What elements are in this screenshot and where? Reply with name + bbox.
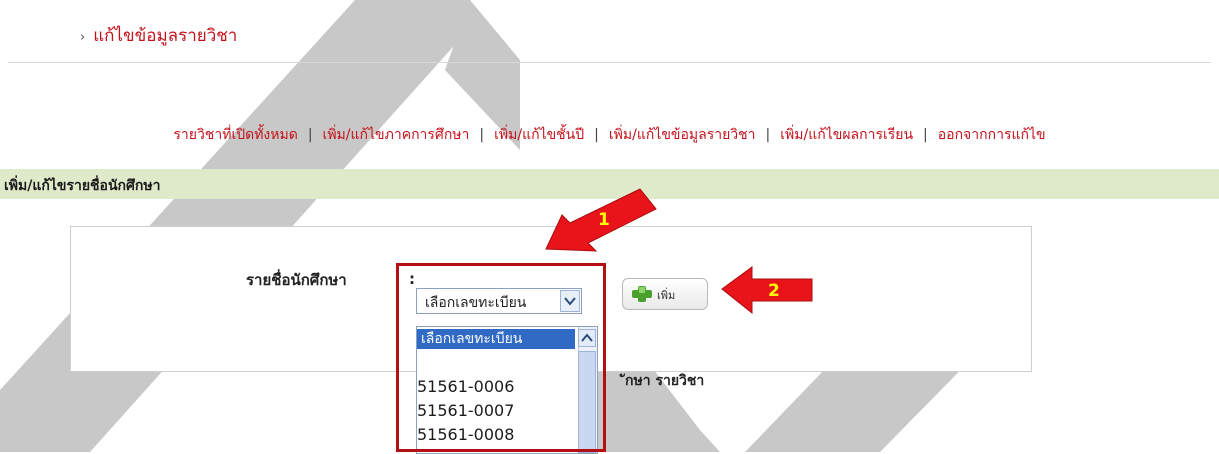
nav-separator: | xyxy=(479,127,485,143)
header-bullet-icon: › xyxy=(80,30,86,45)
nav-link-results[interactable]: เพิ่ม/แก้ไขผลการเรียน xyxy=(780,127,913,143)
nav-link-all-courses[interactable]: รายวิชาที่เปิดทั้งหมด xyxy=(173,127,297,143)
nav-link-semester[interactable]: เพิ่ม/แก้ไขภาคการศึกษา xyxy=(323,127,470,143)
nav-link-course-info[interactable]: เพิ่ม/แก้ไขข้อมูลรายวิชา xyxy=(609,127,756,143)
nav-link-exit[interactable]: ออกจากการแก้ไข xyxy=(938,127,1046,143)
add-button[interactable]: เพิ่ม xyxy=(622,278,708,310)
nav-separator: | xyxy=(307,127,313,143)
arrow-1-number: 1 xyxy=(598,210,610,230)
highlight-box xyxy=(396,263,606,452)
nav-link-year[interactable]: เพิ่ม/แก้ไขชั้นปี xyxy=(494,127,584,143)
plus-icon xyxy=(632,286,652,302)
nav-menu: รายวิชาที่เปิดทั้งหมด | เพิ่ม/แก้ไขภาคการศ… xyxy=(0,124,1219,146)
page-header: › แก้ไขข้อมูลรายวิชา xyxy=(80,22,237,49)
page-title: แก้ไขข้อมูลรายวิชา xyxy=(93,26,238,46)
add-button-label: เพิ่ม xyxy=(657,289,676,302)
nav-separator: | xyxy=(765,127,771,143)
nav-separator: | xyxy=(594,127,599,143)
section-title: เพิ่ม/แก้ไขรายชื่อนักศึกษา xyxy=(4,178,161,194)
panel-subtext: ักษา รายวิชา xyxy=(625,373,705,389)
arrow-2-number: 2 xyxy=(768,281,780,301)
nav-separator: | xyxy=(923,127,928,143)
student-list-label: รายชื่อนักศึกษา xyxy=(246,271,347,289)
divider xyxy=(8,62,1211,63)
